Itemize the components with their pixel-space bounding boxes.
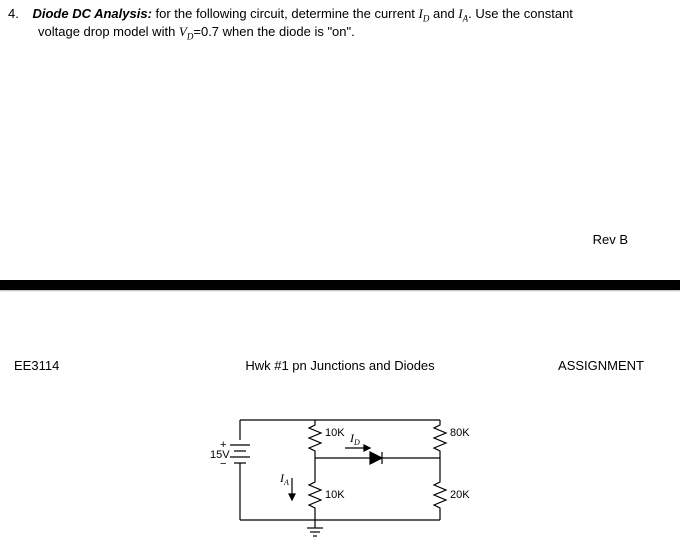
r1-label: 10K [325,427,345,439]
q-line2-a: voltage drop model with [38,24,179,39]
r4-label: 20K [450,489,470,501]
question-title: Diode DC Analysis: [32,6,151,21]
q-body-2: . Use the constant [468,6,573,21]
src-voltage: 15V [210,449,230,461]
page-divider [0,280,680,290]
id-label: ID [349,431,360,447]
vd: V [179,24,187,39]
circuit-diagram: + − 15V 10K 10K 80K 20K ID IA [210,410,490,545]
r3-label: 80K [450,427,470,439]
ia-label: IA [279,471,289,487]
question-line2: voltage drop model with VD=0.7 when the … [8,24,660,42]
q-line2-b: =0.7 when the diode is "on". [193,24,354,39]
q-and: and [429,6,458,21]
question-block: 4. Diode DC Analysis: for the following … [0,0,680,47]
doc-type: ASSIGNMENT [558,358,644,373]
question-number: 4. [8,6,19,21]
revision-label: Rev B [593,232,628,247]
assignment-title: Hwk #1 pn Junctions and Diodes [245,358,434,373]
q-body-1: for the following circuit, determine the… [152,6,419,21]
r2-label: 10K [325,489,345,501]
course-code: EE3114 [14,358,59,373]
page-header: EE3114 Hwk #1 pn Junctions and Diodes AS… [0,358,680,378]
